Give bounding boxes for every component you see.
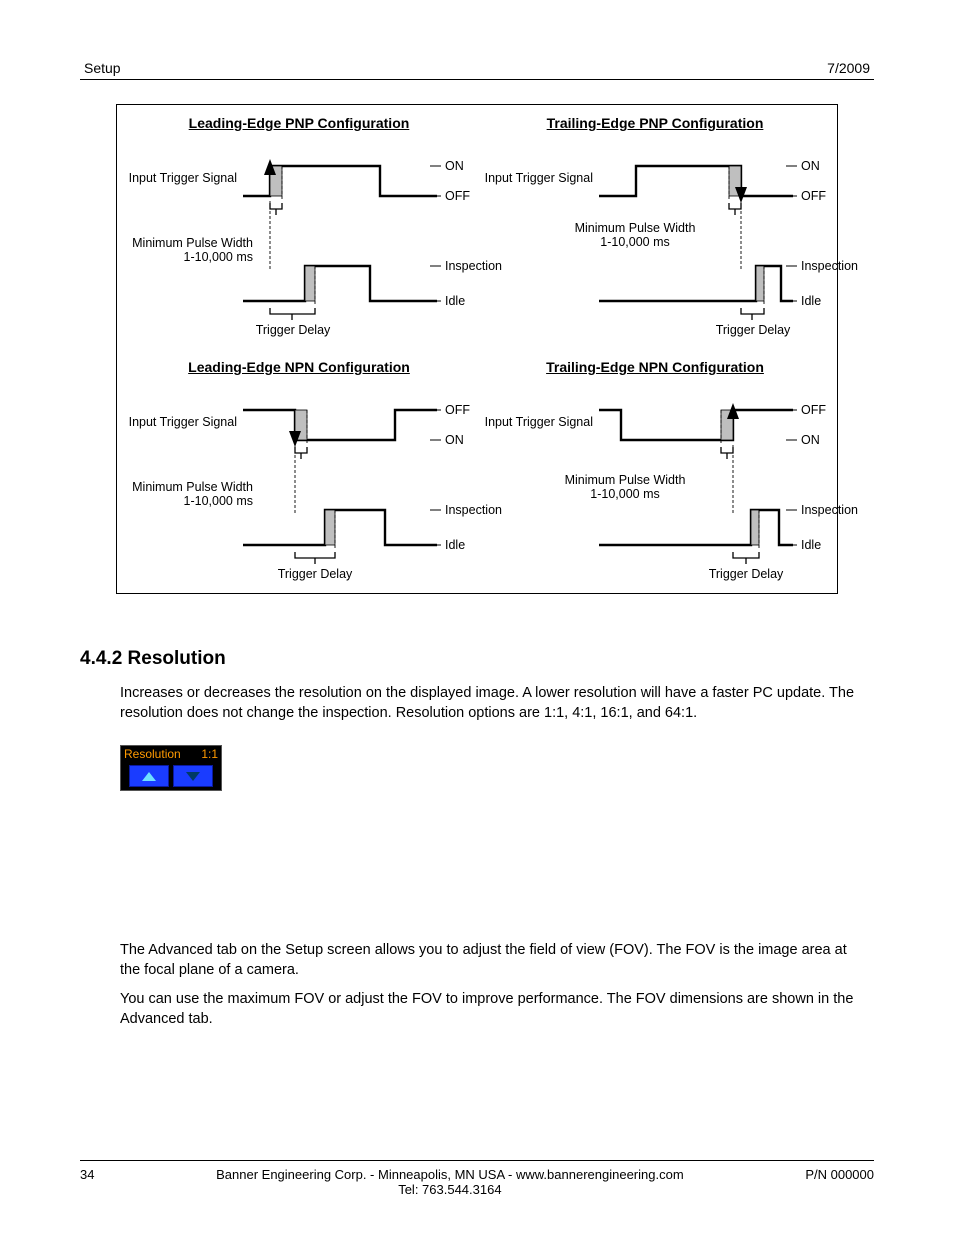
page: Setup 7/2009 Leading-Edge PNP Configurat… bbox=[0, 0, 954, 1235]
label-idle: Idle bbox=[445, 294, 465, 308]
label-off: OFF bbox=[445, 403, 470, 417]
label-input-trigger: Input Trigger Signal bbox=[125, 171, 237, 185]
footer-page-number: 34 bbox=[80, 1167, 94, 1182]
label-on: ON bbox=[445, 159, 464, 173]
section-heading-resolution: 4.4.2 Resolution bbox=[80, 648, 874, 670]
resolution-label: Resolution bbox=[124, 747, 181, 761]
label-input-trigger: Input Trigger Signal bbox=[481, 171, 593, 185]
label-min-pulse: Minimum Pulse Width 1-10,000 ms bbox=[559, 473, 691, 502]
label-on: ON bbox=[801, 433, 820, 447]
resolution-up-button[interactable] bbox=[129, 765, 169, 787]
label-trigger-delay: Trigger Delay bbox=[233, 323, 353, 337]
config-title: Trailing-Edge PNP Configuration bbox=[481, 115, 829, 131]
label-idle: Idle bbox=[445, 538, 465, 552]
label-min-pulse: Minimum Pulse Width 1-10,000 ms bbox=[121, 236, 253, 265]
config-title: Leading-Edge NPN Configuration bbox=[125, 359, 473, 375]
paragraph-fov-1: The Advanced tab on the Setup screen all… bbox=[120, 941, 870, 980]
label-min-pulse: Minimum Pulse Width 1-10,000 ms bbox=[121, 480, 253, 509]
resolution-label-row: Resolution 1:1 bbox=[121, 746, 221, 762]
header-section: Setup bbox=[84, 60, 121, 76]
label-off: OFF bbox=[801, 189, 826, 203]
triangle-down-icon bbox=[186, 772, 200, 781]
trigger-configs-figure: Leading-Edge PNP Configuration bbox=[116, 104, 838, 594]
label-input-trigger: Input Trigger Signal bbox=[481, 415, 593, 429]
footer-company-line: Banner Engineering Corp. - Minneapolis, … bbox=[94, 1167, 805, 1182]
label-trigger-delay: Trigger Delay bbox=[686, 567, 806, 581]
footer-tel-line: Tel: 763.544.3164 bbox=[94, 1182, 805, 1197]
config-leading-npn: Leading-Edge NPN Configuration bbox=[125, 359, 473, 585]
paragraph-fov-2: You can use the maximum FOV or adjust th… bbox=[120, 990, 870, 1029]
footer-part-number: P/N 000000 bbox=[805, 1167, 874, 1182]
label-input-trigger: Input Trigger Signal bbox=[125, 415, 237, 429]
label-off: OFF bbox=[801, 403, 826, 417]
page-header: Setup 7/2009 bbox=[80, 60, 874, 79]
triangle-up-icon bbox=[142, 772, 156, 781]
label-trigger-delay: Trigger Delay bbox=[693, 323, 813, 337]
header-date: 7/2009 bbox=[827, 60, 870, 76]
resolution-value: 1:1 bbox=[201, 747, 218, 761]
header-rule bbox=[80, 79, 874, 80]
label-min-pulse: Minimum Pulse Width 1-10,000 ms bbox=[569, 221, 701, 250]
resolution-widget: Resolution 1:1 bbox=[120, 745, 222, 791]
label-idle: Idle bbox=[801, 538, 821, 552]
label-off: OFF bbox=[445, 189, 470, 203]
label-idle: Idle bbox=[801, 294, 821, 308]
config-title: Leading-Edge PNP Configuration bbox=[125, 115, 473, 131]
config-trailing-pnp: Trailing-Edge PNP Configuration bbox=[481, 115, 829, 341]
label-trigger-delay: Trigger Delay bbox=[255, 567, 375, 581]
label-on: ON bbox=[445, 433, 464, 447]
label-inspection: Inspection bbox=[801, 503, 858, 517]
page-footer: 34 Banner Engineering Corp. - Minneapoli… bbox=[80, 1160, 874, 1197]
paragraph-resolution-intro: Increases or decreases the resolution on… bbox=[120, 684, 870, 723]
config-trailing-npn: Trailing-Edge NPN Configuration bbox=[481, 359, 829, 585]
config-title: Trailing-Edge NPN Configuration bbox=[481, 359, 829, 375]
config-leading-pnp: Leading-Edge PNP Configuration bbox=[125, 115, 473, 341]
label-on: ON bbox=[801, 159, 820, 173]
resolution-down-button[interactable] bbox=[173, 765, 213, 787]
label-inspection: Inspection bbox=[801, 259, 858, 273]
footer-rule bbox=[80, 1160, 874, 1161]
